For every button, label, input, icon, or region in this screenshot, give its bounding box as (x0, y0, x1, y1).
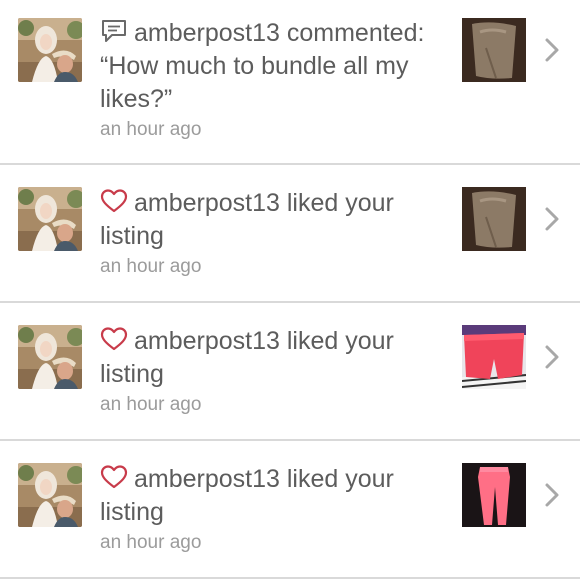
avatar[interactable] (18, 325, 82, 389)
notification-time: an hour ago (100, 532, 202, 553)
pink-leggings-thumbnail[interactable] (462, 463, 526, 527)
coral-shorts-thumbnail[interactable] (462, 325, 526, 389)
chevron-right-icon[interactable] (542, 36, 562, 64)
comment-icon (100, 18, 128, 44)
heart-icon (100, 326, 128, 352)
notification-row[interactable]: amberpost13 liked your listing an hour a… (0, 303, 580, 441)
notification-text: amberpost13 liked your listing an hour a… (100, 325, 440, 419)
avatar[interactable] (18, 187, 82, 251)
notification-time: an hour ago (100, 119, 202, 140)
taupe-item-thumbnail[interactable] (462, 18, 526, 82)
notification-time: an hour ago (100, 394, 202, 415)
notification-text: amberpost13 liked your listing an hour a… (100, 463, 440, 557)
notification-message: amberpost13 liked your listing (100, 327, 394, 388)
notification-message: amberpost13 liked your listing (100, 189, 394, 250)
notifications-list: amberpost13 commented: “How much to bund… (0, 0, 580, 580)
chevron-right-icon[interactable] (542, 481, 562, 509)
chevron-right-icon[interactable] (542, 205, 562, 233)
notification-time: an hour ago (100, 256, 202, 277)
heart-icon (100, 464, 128, 490)
taupe-item-thumbnail[interactable] (462, 187, 526, 251)
notification-row[interactable]: amberpost13 liked your listing an hour a… (0, 441, 580, 579)
heart-icon (100, 188, 128, 214)
chevron-right-icon[interactable] (542, 343, 562, 371)
notification-text: amberpost13 commented: “How much to bund… (100, 17, 440, 144)
avatar[interactable] (18, 463, 82, 527)
notification-row[interactable]: amberpost13 commented: “How much to bund… (0, 0, 580, 165)
notification-message: amberpost13 liked your listing (100, 465, 394, 526)
notification-message: amberpost13 commented: “How much to bund… (100, 19, 425, 113)
notification-row[interactable]: amberpost13 liked your listing an hour a… (0, 165, 580, 303)
avatar[interactable] (18, 18, 82, 82)
notification-text: amberpost13 liked your listing an hour a… (100, 187, 440, 281)
